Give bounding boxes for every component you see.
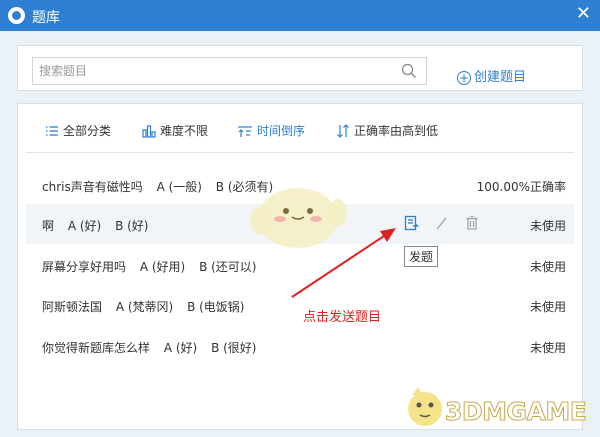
question-content: 阿斯顿法国 A (梵蒂冈) B (电饭锅) (42, 298, 254, 315)
search-box (32, 57, 427, 85)
question-text: 啊 (42, 219, 55, 233)
filter-label: 难度不限 (160, 124, 209, 138)
sort-arrows-icon (337, 124, 349, 138)
create-question-label: 创建题目 (474, 70, 527, 85)
annotation-text: 点击发送题目 (303, 310, 382, 325)
option-b: B (还可以) (199, 260, 257, 274)
create-question-button[interactable]: + 创建题目 (457, 66, 526, 85)
question-list-panel: 全部分类 难度不限 时间倒序 正确率由高到低 chris声音有磁性吗 A (一般… (17, 103, 583, 430)
question-status: 未使用 (529, 260, 566, 274)
option-b: B (很好) (211, 341, 257, 355)
search-panel: +创建题目 (17, 45, 583, 91)
bar-chart-icon (142, 125, 156, 138)
filter-time-sort[interactable]: 时间倒序 (237, 122, 305, 139)
question-text: chris声音有磁性吗 (42, 180, 143, 194)
mascot-image (250, 188, 347, 248)
question-status: 未使用 (529, 300, 566, 314)
option-a: A (好) (67, 219, 102, 233)
option-a: A (好用) (139, 260, 186, 274)
window-title: 题库 (32, 10, 60, 26)
filter-difficulty[interactable]: 难度不限 (142, 122, 208, 139)
send-question-icon[interactable] (404, 215, 420, 231)
filter-bar: 全部分类 难度不限 时间倒序 正确率由高到低 (18, 104, 582, 151)
plus-circle-icon: + (457, 71, 471, 85)
question-text: 阿斯顿法国 (42, 300, 103, 314)
option-b: B (电饭锅) (187, 300, 245, 314)
divider (26, 152, 574, 153)
option-a: A (梵蒂冈) (115, 300, 174, 314)
filter-all-categories[interactable]: 全部分类 (45, 122, 111, 139)
watermark-logo-icon (408, 387, 442, 426)
question-text: 屏幕分享好用吗 (42, 260, 127, 274)
delete-icon[interactable] (465, 215, 479, 231)
filter-label: 正确率由高到低 (354, 124, 439, 138)
question-content: 啊 A (好) B (好) (42, 217, 158, 234)
question-row[interactable]: 你觉得新题库怎么样 A (好) B (很好) 未使用 (26, 326, 574, 366)
row-actions (404, 215, 491, 233)
question-status: 未使用 (529, 219, 566, 233)
option-a: A (好) (163, 341, 198, 355)
app-logo-icon (8, 7, 25, 24)
option-b: B (好) (115, 219, 149, 233)
option-a: A (一般) (156, 180, 202, 194)
search-icon[interactable] (400, 62, 418, 80)
filter-accuracy-sort[interactable]: 正确率由高到低 (336, 122, 438, 139)
question-row[interactable]: 阿斯顿法国 A (梵蒂冈) B (电饭锅) 未使用 (26, 285, 574, 325)
title-bar: 题库 ✕ (0, 0, 600, 31)
filter-label: 时间倒序 (257, 124, 306, 138)
question-status: 100.00%正确率 (476, 180, 566, 194)
filter-label: 全部分类 (63, 124, 112, 138)
edit-icon[interactable] (435, 215, 449, 231)
question-content: 屏幕分享好用吗 A (好用) B (还可以) (42, 258, 266, 275)
close-icon[interactable]: ✕ (576, 4, 591, 24)
send-tooltip: 发题 (404, 246, 439, 267)
question-content: 你觉得新题库怎么样 A (好) B (很好) (42, 339, 266, 356)
list-icon (46, 126, 58, 136)
question-status: 未使用 (529, 341, 566, 355)
watermark-text: 3DMGAME (444, 397, 587, 427)
search-input[interactable] (33, 58, 373, 84)
sort-time-icon (238, 126, 252, 137)
question-text: 你觉得新题库怎么样 (42, 341, 151, 355)
